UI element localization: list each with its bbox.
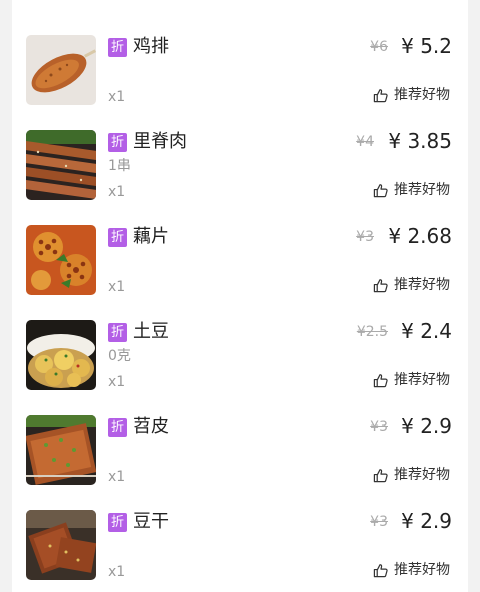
discount-tag: 折 bbox=[108, 228, 127, 247]
product-name: 鸡排 bbox=[133, 36, 169, 57]
original-price: ¥3 bbox=[356, 229, 374, 245]
discount-tag: 折 bbox=[108, 418, 127, 437]
recommend-label: 推荐好物 bbox=[394, 562, 450, 578]
product-list: 折 鸡排 x1 ¥6 ¥ 5.2 推荐好物 折 里脊肉 1串 x1 ¥4 ¥ 3… bbox=[12, 0, 468, 592]
product-name: 苕皮 bbox=[133, 416, 169, 437]
list-item[interactable]: 折 苕皮 x1 ¥3 ¥ 2.9 推荐好物 bbox=[12, 380, 468, 485]
original-price: ¥4 bbox=[356, 134, 374, 150]
thumbs-up-icon bbox=[373, 563, 388, 578]
product-image-dried-tofu[interactable] bbox=[26, 510, 96, 580]
list-item[interactable]: 折 豆干 x1 ¥3 ¥ 2.9 推荐好物 bbox=[12, 475, 468, 580]
list-item[interactable]: 折 里脊肉 1串 x1 ¥4 ¥ 3.85 推荐好物 bbox=[12, 95, 468, 200]
current-price: ¥ 3.85 bbox=[388, 129, 452, 153]
product-quantity: x1 bbox=[108, 564, 126, 580]
current-price: ¥ 2.9 bbox=[401, 509, 452, 533]
original-price: ¥3 bbox=[370, 419, 388, 435]
product-spec: 1串 bbox=[108, 158, 131, 174]
current-price: ¥ 2.68 bbox=[388, 224, 452, 248]
discount-tag: 折 bbox=[108, 323, 127, 342]
list-item[interactable]: 折 鸡排 x1 ¥6 ¥ 5.2 推荐好物 bbox=[12, 0, 468, 105]
original-price: ¥3 bbox=[370, 514, 388, 530]
product-spec: 0克 bbox=[108, 348, 131, 364]
original-price: ¥2.5 bbox=[356, 324, 388, 340]
list-item[interactable]: 折 土豆 0克 x1 ¥2.5 ¥ 2.4 推荐好物 bbox=[12, 285, 468, 390]
recommend-button[interactable]: 推荐好物 bbox=[373, 560, 450, 580]
product-name: 里脊肉 bbox=[133, 131, 187, 152]
product-name: 土豆 bbox=[133, 321, 169, 342]
original-price: ¥6 bbox=[370, 39, 388, 55]
list-item[interactable]: 折 藕片 x1 ¥3 ¥ 2.68 推荐好物 bbox=[12, 190, 468, 295]
current-price: ¥ 2.9 bbox=[401, 414, 452, 438]
current-price: ¥ 5.2 bbox=[401, 34, 452, 58]
discount-tag: 折 bbox=[108, 38, 127, 57]
current-price: ¥ 2.4 bbox=[401, 319, 452, 343]
product-name: 豆干 bbox=[133, 511, 169, 532]
discount-tag: 折 bbox=[108, 513, 127, 532]
product-name: 藕片 bbox=[133, 226, 169, 247]
discount-tag: 折 bbox=[108, 133, 127, 152]
